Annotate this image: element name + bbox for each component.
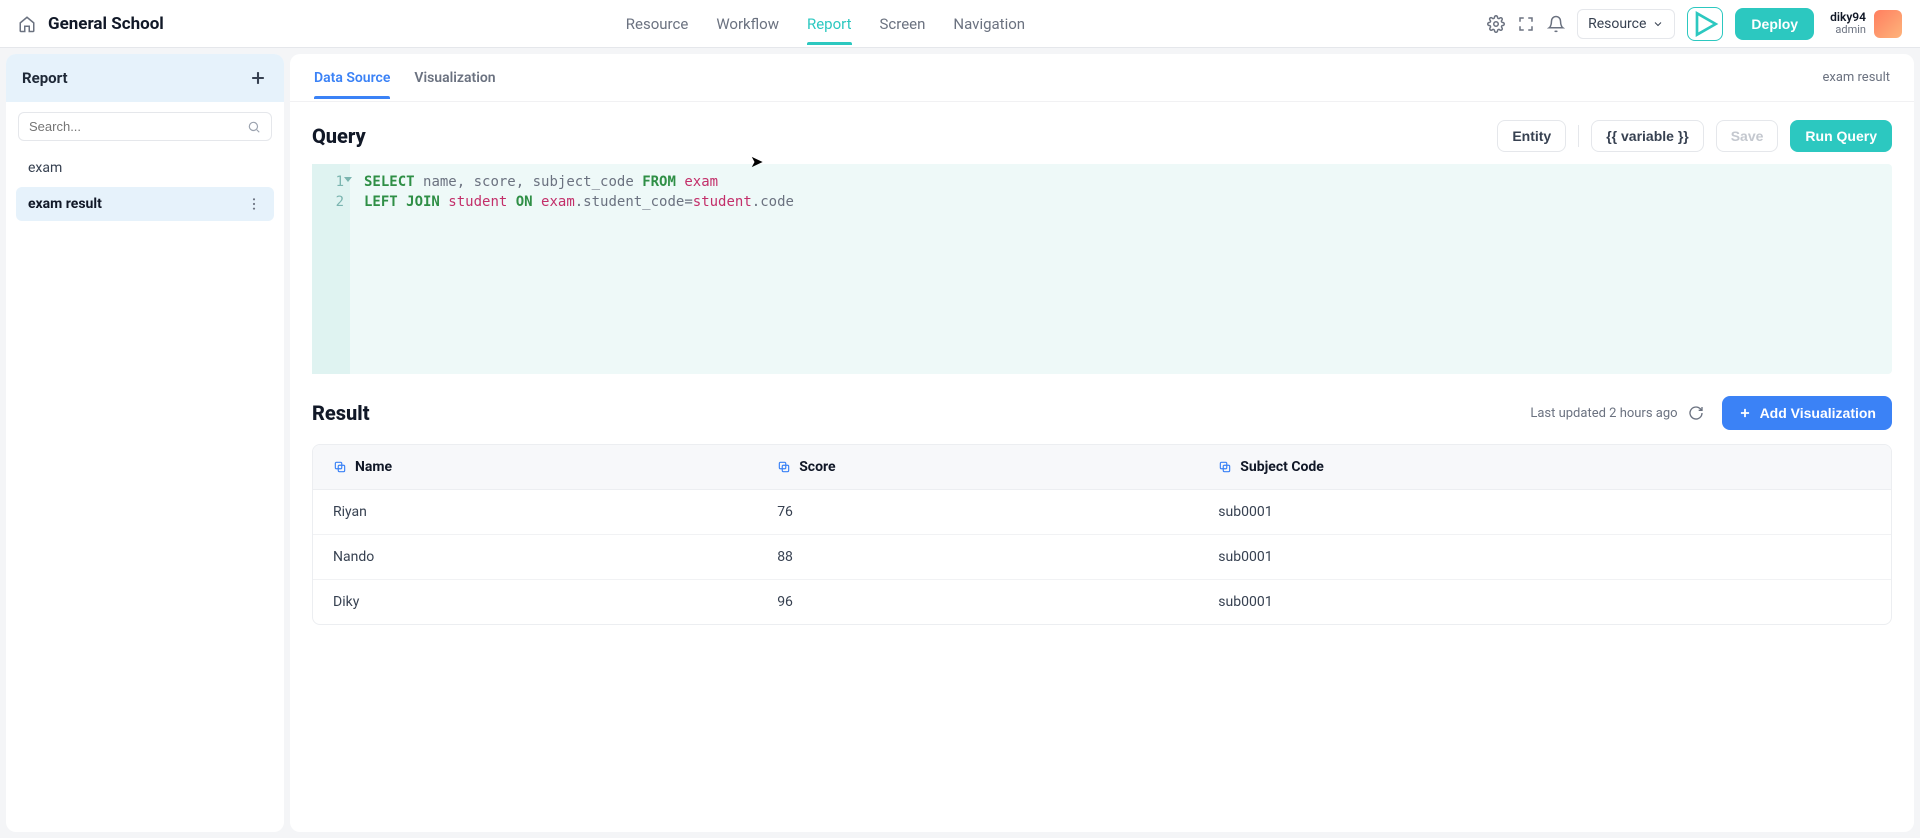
copy-icon bbox=[777, 460, 791, 474]
header-right: Resource Deploy diky94 admin bbox=[1487, 7, 1902, 41]
copy-icon bbox=[1218, 460, 1232, 474]
tab-visualization[interactable]: Visualization bbox=[414, 58, 495, 98]
query-toolbar: Query Entity {{ variable }} Save Run Que… bbox=[312, 120, 1892, 152]
entity-button[interactable]: Entity bbox=[1497, 120, 1566, 152]
app-title: General School bbox=[48, 14, 164, 34]
deploy-button[interactable]: Deploy bbox=[1735, 8, 1814, 40]
nav-navigation[interactable]: Navigation bbox=[953, 3, 1025, 45]
user-menu[interactable]: diky94 admin bbox=[1830, 10, 1902, 38]
gear-icon[interactable] bbox=[1487, 15, 1505, 33]
table-row[interactable]: Diky96sub0001 bbox=[313, 580, 1891, 625]
sidebar-item-label: exam result bbox=[28, 196, 102, 212]
user-role: admin bbox=[1835, 24, 1866, 36]
sidebar-item-exam[interactable]: exam bbox=[16, 151, 274, 185]
column-subject-code[interactable]: Subject Code bbox=[1198, 445, 1851, 490]
header-nav: Resource Workflow Report Screen Navigation bbox=[626, 3, 1025, 45]
add-visualization-button[interactable]: Add Visualization bbox=[1722, 396, 1892, 430]
main-tabs: Data Source Visualization exam result bbox=[290, 54, 1914, 102]
table-row[interactable]: Riyan76sub0001 bbox=[313, 490, 1891, 535]
nav-resource[interactable]: Resource bbox=[626, 3, 689, 45]
sidebar-list: exam exam result bbox=[6, 151, 284, 221]
fullscreen-icon[interactable] bbox=[1517, 15, 1535, 33]
sql-editor[interactable]: 12 SELECT name, score, subject_code FROM… bbox=[312, 164, 1892, 374]
sidebar-header: Report bbox=[6, 54, 284, 102]
copy-icon bbox=[333, 460, 347, 474]
preview-button[interactable] bbox=[1687, 7, 1723, 41]
query-heading: Query bbox=[312, 124, 366, 148]
search-icon bbox=[247, 120, 261, 134]
column-name[interactable]: Name bbox=[313, 445, 757, 490]
resource-dropdown-label: Resource bbox=[1588, 16, 1646, 32]
sidebar-search[interactable] bbox=[18, 112, 272, 141]
result-toolbar: Result Last updated 2 hours ago Add Visu… bbox=[312, 396, 1892, 430]
tab-data-source[interactable]: Data Source bbox=[314, 58, 390, 98]
bell-icon[interactable] bbox=[1547, 15, 1565, 33]
add-report-button[interactable] bbox=[248, 68, 268, 88]
avatar bbox=[1874, 10, 1902, 38]
result-heading: Result bbox=[312, 401, 370, 425]
more-icon[interactable] bbox=[246, 196, 262, 212]
plus-icon bbox=[1738, 406, 1752, 420]
divider bbox=[1578, 125, 1579, 147]
breadcrumb: exam result bbox=[1822, 70, 1890, 85]
chevron-down-icon bbox=[1652, 18, 1664, 30]
resource-dropdown[interactable]: Resource bbox=[1577, 9, 1675, 39]
editor-code[interactable]: SELECT name, score, subject_code FROM ex… bbox=[350, 164, 808, 374]
column-score[interactable]: Score bbox=[757, 445, 1198, 490]
nav-screen[interactable]: Screen bbox=[880, 3, 926, 45]
table-header-row: NameScoreSubject Code bbox=[313, 445, 1891, 490]
variable-button[interactable]: {{ variable }} bbox=[1591, 120, 1704, 152]
table-row[interactable]: Nando88sub0001 bbox=[313, 535, 1891, 580]
sidebar-item-label: exam bbox=[28, 160, 62, 176]
run-query-button[interactable]: Run Query bbox=[1790, 120, 1892, 152]
sidebar-item-exam-result[interactable]: exam result bbox=[16, 187, 274, 221]
sidebar-title: Report bbox=[22, 69, 68, 87]
app-header: General School Resource Workflow Report Scr… bbox=[0, 0, 1920, 48]
nav-report[interactable]: Report bbox=[807, 3, 852, 45]
refresh-icon[interactable] bbox=[1688, 405, 1704, 421]
home-icon[interactable] bbox=[18, 15, 36, 33]
nav-workflow[interactable]: Workflow bbox=[716, 3, 779, 45]
sidebar: Report exam exam result bbox=[6, 54, 284, 832]
result-table-wrap: NameScoreSubject Code Riyan76sub0001Nand… bbox=[312, 444, 1892, 625]
result-updated: Last updated 2 hours ago bbox=[1530, 406, 1677, 421]
table-body: Riyan76sub0001Nando88sub0001Diky96sub000… bbox=[313, 490, 1891, 625]
result-table: NameScoreSubject Code Riyan76sub0001Nand… bbox=[313, 445, 1891, 624]
main-panel: ➤ Data SourceVisualizationexam result Qu… bbox=[290, 54, 1914, 832]
save-button[interactable]: Save bbox=[1716, 120, 1779, 152]
editor-gutter: 12 bbox=[312, 164, 350, 374]
header-left: General School bbox=[18, 14, 164, 34]
search-input[interactable] bbox=[29, 119, 241, 134]
